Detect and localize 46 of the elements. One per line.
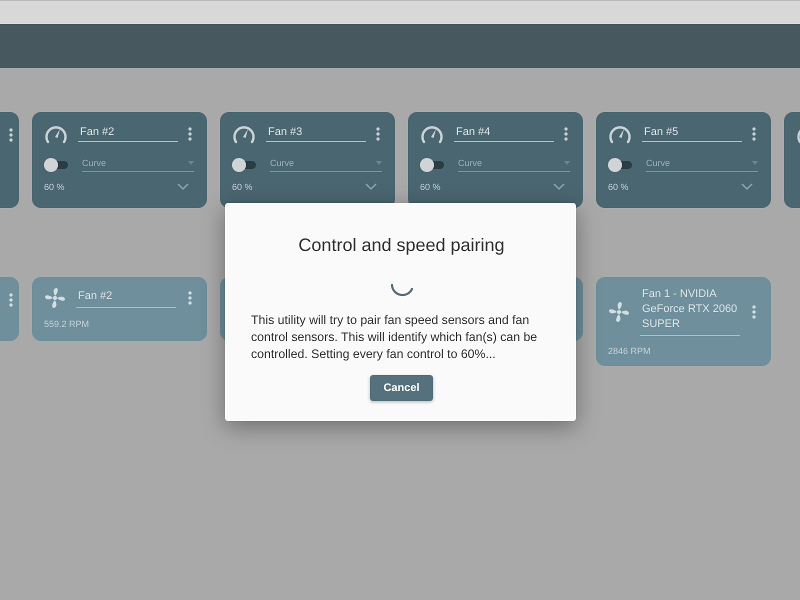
toggle-switch[interactable] bbox=[608, 158, 634, 172]
fan-icon bbox=[44, 287, 66, 309]
dialog-message: This utility will try to pair fan speed sensors and fan control sensors. This will identify which fan(s) can be controlled. Setting every fan control to 60%... bbox=[251, 312, 538, 363]
dropdown-caret-icon bbox=[376, 161, 382, 165]
more-menu-icon[interactable] bbox=[752, 304, 756, 318]
fan-name-field[interactable]: Fan #2 bbox=[76, 288, 176, 308]
chevron-down-icon[interactable] bbox=[741, 183, 753, 191]
mode-select[interactable]: Curve bbox=[82, 158, 194, 172]
cancel-button[interactable]: Cancel bbox=[370, 375, 433, 401]
gauge-icon bbox=[44, 123, 68, 145]
fan-name-field[interactable]: Fan #4 bbox=[454, 126, 554, 142]
more-menu-icon[interactable] bbox=[564, 127, 568, 141]
fan-name-field[interactable]: Fan 1 - NVIDIA GeForce RTX 2060 SUPER bbox=[640, 287, 740, 336]
fan-percentage: 60 % bbox=[608, 182, 629, 192]
loading-spinner-icon bbox=[390, 284, 414, 298]
dropdown-caret-icon bbox=[752, 161, 758, 165]
toggle-switch[interactable] bbox=[232, 158, 258, 172]
fan-icon bbox=[608, 300, 630, 322]
chevron-down-icon[interactable] bbox=[553, 183, 565, 191]
chevron-down-icon[interactable] bbox=[365, 183, 377, 191]
more-menu-icon[interactable] bbox=[752, 127, 756, 141]
gauge-icon bbox=[608, 123, 632, 145]
more-menu-icon[interactable] bbox=[9, 128, 13, 142]
dropdown-caret-icon bbox=[188, 161, 194, 165]
toggle-switch[interactable] bbox=[44, 158, 70, 172]
dialog-title: Control and speed pairing bbox=[298, 235, 505, 256]
mode-select[interactable]: Curve bbox=[458, 158, 570, 172]
gauge-icon bbox=[420, 123, 444, 145]
fan-speed-reading: 559.2 RPM bbox=[44, 319, 90, 329]
fan-name-field[interactable]: Fan #2 bbox=[78, 126, 178, 142]
mode-select[interactable]: Curve bbox=[646, 158, 758, 172]
fan-percentage: 60 % bbox=[420, 182, 441, 192]
fan-name-field[interactable]: Fan #3 bbox=[266, 126, 366, 142]
mode-select[interactable]: Curve bbox=[270, 158, 382, 172]
more-menu-icon[interactable] bbox=[188, 127, 192, 141]
more-menu-icon[interactable] bbox=[188, 291, 192, 305]
fan-speed-reading: 2846 RPM bbox=[608, 346, 652, 356]
fan-percentage: 60 % bbox=[232, 182, 253, 192]
fan-name-field[interactable]: Fan #5 bbox=[642, 126, 742, 142]
gauge-icon bbox=[232, 123, 256, 145]
chevron-down-icon[interactable] bbox=[177, 183, 189, 191]
toggle-switch[interactable] bbox=[420, 158, 446, 172]
more-menu-icon[interactable] bbox=[9, 293, 13, 307]
fan-percentage: 60 % bbox=[44, 182, 65, 192]
more-menu-icon[interactable] bbox=[376, 127, 380, 141]
dropdown-caret-icon bbox=[564, 161, 570, 165]
